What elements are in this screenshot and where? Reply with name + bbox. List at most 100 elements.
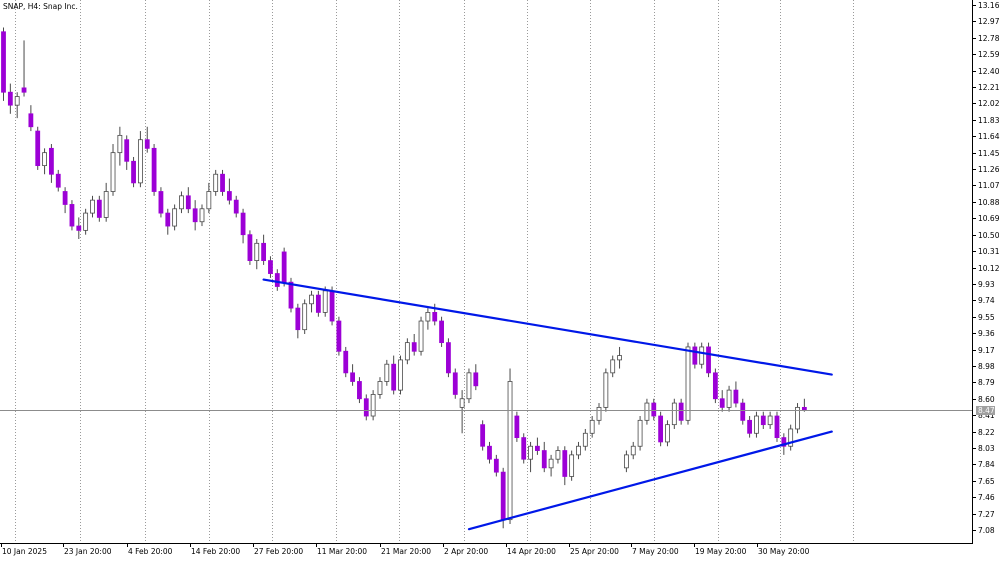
candle-bear <box>350 372 355 382</box>
candle-bull <box>302 303 308 331</box>
y-tick-label: 10.31 <box>978 247 1000 256</box>
y-tick-label: 10.69 <box>978 214 1000 223</box>
x-tick-label: 14 Apr 20:00 <box>507 547 556 556</box>
candle-bull <box>90 199 95 214</box>
y-tick-label: 9.17 <box>978 346 995 355</box>
candle-bear <box>226 191 232 201</box>
candle-bear <box>480 424 486 447</box>
candle-bull <box>596 406 602 421</box>
candle-bear <box>336 320 342 352</box>
candle-bull <box>685 346 691 421</box>
candle-bear <box>240 212 246 236</box>
x-tick-label: 25 Apr 20:00 <box>570 547 619 556</box>
price-chart[interactable]: 13.16 12.97 12.78 12.59 12.40 12.21 12.02 11.83… <box>0 0 1000 559</box>
x-tick-label: 7 May 20:00 <box>632 547 679 556</box>
candle-bull <box>617 355 622 361</box>
x-tick-label: 23 Jan 20:00 <box>64 547 112 556</box>
candle-bear <box>131 160 136 184</box>
y-tick-label: 9.93 <box>978 280 995 289</box>
y-tick-label: 9.55 <box>978 313 995 322</box>
x-tick-label: 19 May 20:00 <box>695 547 747 556</box>
candle-bear <box>261 242 267 261</box>
candle-bear <box>439 320 444 344</box>
candle-bear <box>452 372 458 395</box>
candle-bear <box>329 290 335 322</box>
candle-bear <box>247 234 253 261</box>
candle-bear <box>678 402 684 421</box>
candle-bull <box>213 173 219 192</box>
candle-bear <box>658 415 664 443</box>
candle-bear <box>28 113 34 128</box>
candle-bull <box>630 445 636 456</box>
y-tick-label: 11.83 <box>978 116 1000 125</box>
candle-bull <box>528 445 533 460</box>
candle-bull <box>576 445 581 456</box>
candle-bear <box>69 204 75 227</box>
candle-bear <box>185 195 191 210</box>
candle-bull <box>254 242 260 261</box>
candle-bear <box>562 450 568 477</box>
candle-bear <box>21 87 27 93</box>
candle-bear <box>274 273 280 287</box>
candle-bear <box>446 342 451 374</box>
x-tick-label: 10 Jan 2025 <box>2 547 47 556</box>
candle-bull <box>459 398 465 408</box>
candle-bear <box>500 471 506 521</box>
candle-bull <box>726 389 732 408</box>
price-tag: 8.47 <box>976 406 995 415</box>
x-tick-label: 2 Apr 20:00 <box>444 547 488 556</box>
candle-bear <box>165 212 171 227</box>
chart-title: SNAP, H4: Snap Inc. <box>3 2 78 11</box>
candle-bear <box>144 139 150 149</box>
x-tick-label: 27 Feb 20:00 <box>254 547 303 556</box>
candle-bull <box>398 359 403 391</box>
candle-bear <box>7 91 13 106</box>
candle-bear <box>1 31 6 93</box>
candle-bull <box>754 415 759 434</box>
candle-bull <box>199 208 205 223</box>
y-tick-label: 8.03 <box>978 444 995 453</box>
candle-bull <box>582 432 588 447</box>
candle-bull <box>767 415 773 426</box>
candle-bear <box>487 445 492 460</box>
candle-bull <box>623 454 629 469</box>
y-tick-label: 7.84 <box>978 460 995 469</box>
x-tick-label: 14 Feb 20:00 <box>191 547 240 556</box>
y-tick-label: 8.98 <box>978 362 995 371</box>
candle-bear <box>760 415 766 426</box>
candle-bull <box>179 195 184 210</box>
candle-bull <box>637 419 643 447</box>
y-tick-label: 11.26 <box>978 165 1000 174</box>
y-tick-label: 10.12 <box>978 264 1000 273</box>
y-tick-label: 8.79 <box>978 378 995 387</box>
candle-bear <box>315 294 321 313</box>
candle-bear <box>268 260 273 274</box>
y-tick-label: 9.74 <box>978 296 995 305</box>
y-tick-label: 12.97 <box>978 17 1000 26</box>
candle-bull <box>14 96 20 106</box>
candle-bull <box>377 381 383 395</box>
y-tick-label: 12.59 <box>978 50 1000 59</box>
candle-bear <box>521 437 527 460</box>
price-tag-label: 8.47 <box>978 406 995 415</box>
y-tick-label: 10.88 <box>978 198 1000 207</box>
chart-canvas[interactable]: 13.16 12.97 12.78 12.59 12.40 12.21 12.02 11.83… <box>0 0 1000 559</box>
candle-bear <box>62 191 68 205</box>
x-tick-label: 30 May 20:00 <box>758 547 810 556</box>
candle-bull <box>103 191 109 218</box>
y-tick-label: 11.45 <box>978 149 1000 158</box>
candle-bear <box>801 406 807 411</box>
candle-bull <box>699 346 705 365</box>
candle-bear <box>220 173 225 192</box>
candle-bear <box>96 199 102 218</box>
candle-bear <box>357 381 362 400</box>
candle-bull <box>404 342 410 361</box>
candle-bear <box>288 281 294 309</box>
candle-bull <box>418 320 424 352</box>
candle-bear <box>151 147 157 192</box>
y-tick-label: 10.50 <box>978 231 1000 240</box>
candle-bear <box>343 350 349 374</box>
candle-bull <box>548 458 554 469</box>
y-tick-label: 12.78 <box>978 34 1000 43</box>
candle-bear <box>706 346 711 374</box>
